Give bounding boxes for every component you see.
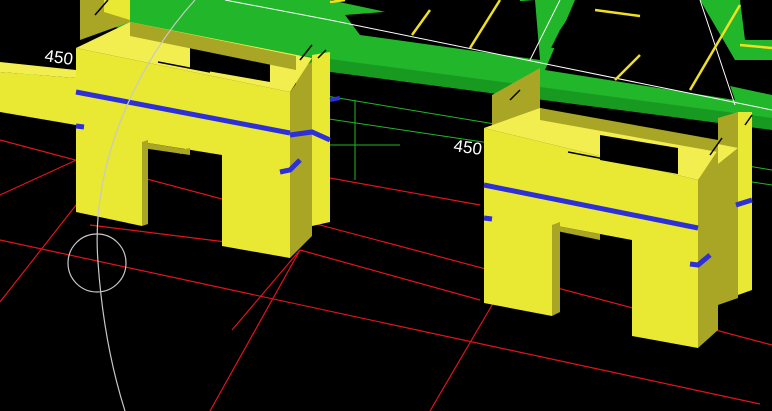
right-leg-inner-side — [552, 222, 560, 316]
left-beam[interactable] — [0, 62, 76, 125]
right-rebar-stub — [483, 215, 493, 222]
grid-line-red-8 — [429, 299, 496, 411]
dimension-label-right: 450 — [452, 136, 483, 159]
right-back-post-side — [718, 112, 738, 305]
cad-3d-viewport[interactable]: 450 450 — [0, 0, 772, 411]
model-scene[interactable]: 450 450 — [0, 0, 772, 411]
left-rebar-back — [329, 96, 341, 102]
grid-line-red-6 — [231, 249, 301, 331]
dimension-label-left: 450 — [43, 46, 74, 69]
left-leg-inner-side — [142, 140, 148, 226]
left-beam-face — [0, 72, 76, 125]
left-rebar-stub — [75, 123, 85, 130]
slab-cell-3 — [740, 0, 772, 40]
right-column-side — [698, 150, 718, 348]
grid-line-red-9 — [299, 249, 481, 301]
left-column-side — [290, 62, 312, 258]
grid-line-red-7 — [209, 249, 301, 411]
